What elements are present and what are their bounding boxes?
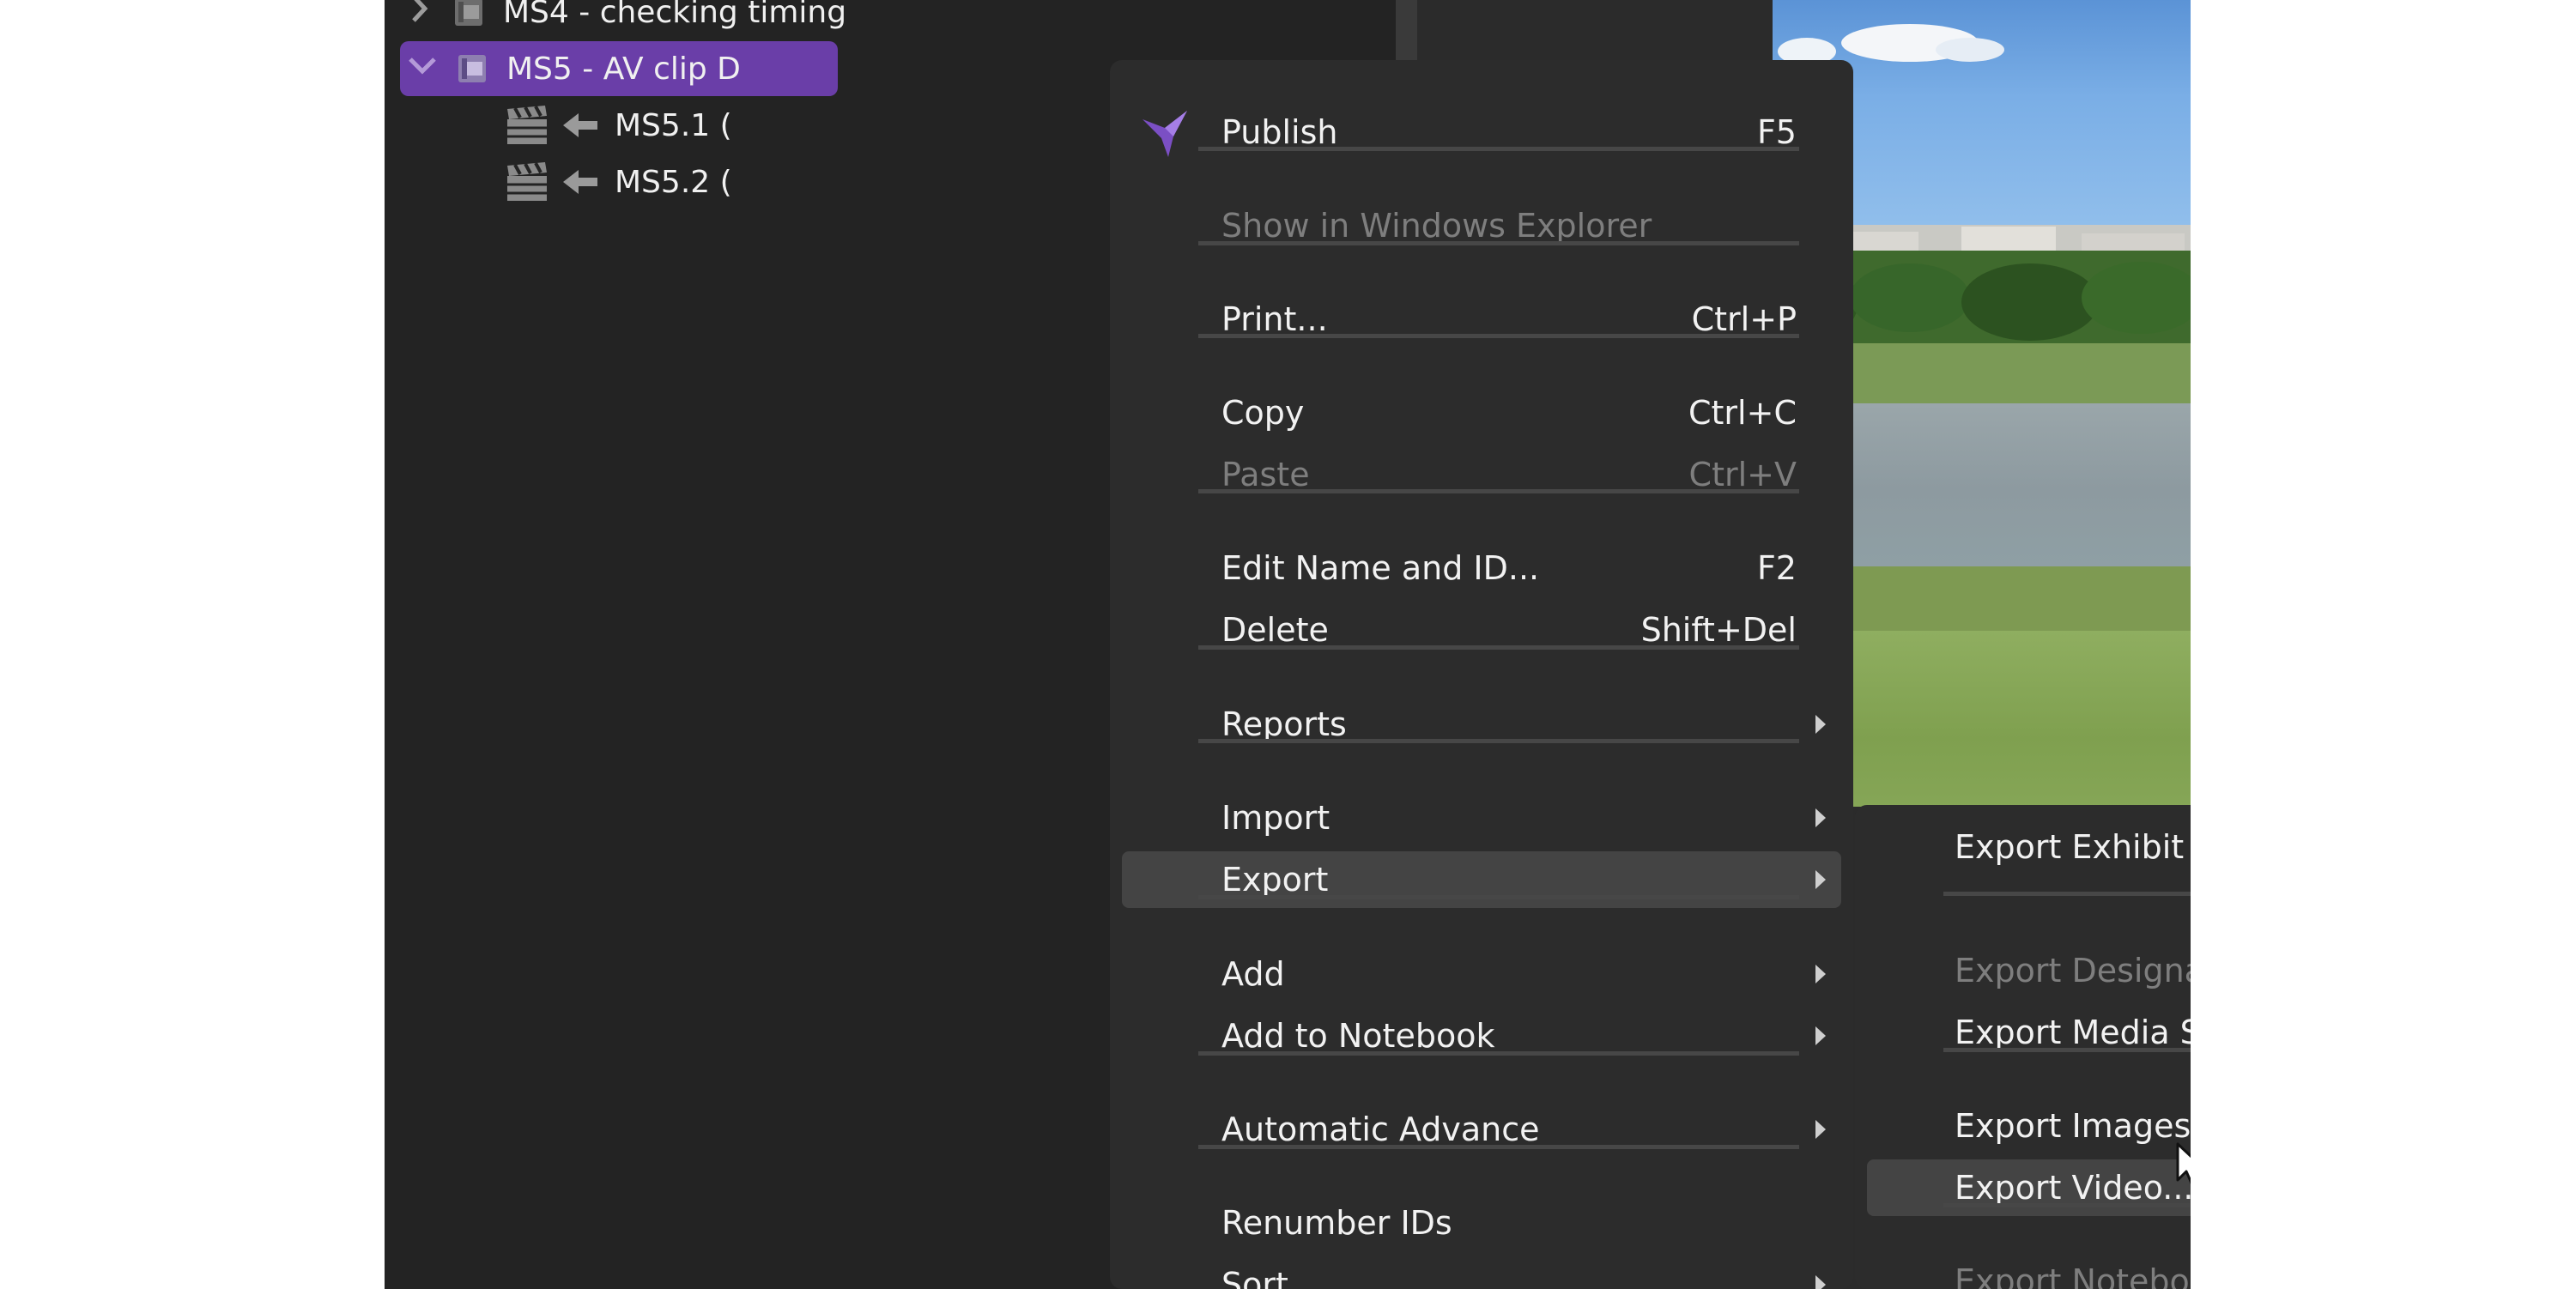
menu-item-label: Add to Notebook xyxy=(1221,1017,1495,1055)
menu-item-label: Delete xyxy=(1221,611,1329,649)
submenu-arrow-icon xyxy=(1815,1026,1826,1045)
menu-item-label: Paste xyxy=(1221,456,1310,493)
menu-item-label: Renumber IDs xyxy=(1221,1204,1452,1242)
menu-separator xyxy=(1198,489,1799,493)
clip-group-icon xyxy=(452,0,486,29)
menu-item-label: Export Designations to Text/XML... xyxy=(1955,952,2191,989)
clapperboard-icon xyxy=(505,160,549,203)
menu-item-copy[interactable]: Copy Ctrl+C xyxy=(1122,384,1841,441)
menu-item-shortcut: F5 xyxy=(1756,113,1797,151)
menu-item-label: Publish xyxy=(1221,113,1338,151)
menu-item-reports[interactable]: Reports xyxy=(1122,696,1841,753)
menu-item-label: Export Notebooks... xyxy=(1955,1262,2191,1289)
menu-separator xyxy=(1943,1203,2191,1207)
submenu-arrow-icon xyxy=(1815,870,1826,889)
menu-item-export-exhibit-list[interactable]: Export Exhibit List... xyxy=(1867,819,2191,875)
menu-item-shortcut: Ctrl+C xyxy=(1688,394,1797,432)
context-menu: Publish F5 Show in Windows Explorer Prin… xyxy=(1110,60,1853,1289)
menu-item-label: Export Images... xyxy=(1955,1107,2191,1145)
submenu-arrow-icon xyxy=(1815,715,1826,734)
submenu-arrow-icon xyxy=(1815,965,1826,983)
tree-item-label: MS5.1 ( xyxy=(615,107,732,143)
menu-separator xyxy=(1198,334,1799,338)
menu-item-export-designations[interactable]: Export Designations to Text/XML... xyxy=(1867,942,2191,999)
menu-item-label: Import xyxy=(1221,799,1330,837)
menu-separator xyxy=(1943,892,2191,896)
tree-item-ms5-1[interactable]: MS5.1 ( xyxy=(505,98,848,153)
menu-item-export-notebooks[interactable]: Export Notebooks... xyxy=(1867,1253,2191,1289)
menu-item-label: Export Media Scripts to Text/XML... xyxy=(1955,1014,2191,1051)
menu-separator xyxy=(1198,1051,1799,1056)
menu-item-label: Export xyxy=(1221,861,1329,899)
menu-item-label: Export Exhibit List... xyxy=(1955,828,2191,866)
menu-item-paste[interactable]: Paste Ctrl+V xyxy=(1122,446,1841,503)
publish-bird-icon xyxy=(1139,107,1192,160)
menu-item-shortcut: F2 xyxy=(1756,549,1797,587)
menu-item-renumber-ids[interactable]: Renumber IDs xyxy=(1122,1195,1841,1251)
menu-item-export[interactable]: Export xyxy=(1122,851,1841,908)
menu-item-shortcut: Shift+Del xyxy=(1640,611,1797,649)
menu-separator xyxy=(1198,645,1799,650)
chevron-down-icon[interactable] xyxy=(407,51,438,86)
tree-item-ms4[interactable]: MS4 - checking timing xyxy=(403,0,884,39)
submenu-arrow-icon xyxy=(1815,1120,1826,1139)
menu-item-shortcut: Ctrl+P xyxy=(1691,300,1797,338)
menu-item-delete[interactable]: Delete Shift+Del xyxy=(1122,602,1841,658)
mouse-pointer-icon xyxy=(2174,1142,2191,1190)
tree-scrollbar[interactable] xyxy=(1396,0,1417,69)
menu-separator xyxy=(1198,147,1799,151)
menu-separator xyxy=(1198,739,1799,743)
menu-item-import[interactable]: Import xyxy=(1122,790,1841,846)
menu-item-label: Copy xyxy=(1221,394,1305,432)
menu-item-publish[interactable]: Publish F5 xyxy=(1122,104,1841,160)
tree-item-label: MS4 - checking timing xyxy=(503,0,847,30)
submenu-arrow-icon xyxy=(1815,1275,1826,1289)
menu-item-export-media-scripts[interactable]: Export Media Scripts to Text/XML... xyxy=(1867,1004,2191,1061)
arrow-left-icon xyxy=(560,108,601,142)
chevron-right-icon[interactable] xyxy=(403,0,434,33)
clip-group-icon xyxy=(455,51,489,86)
menu-item-label: Sort xyxy=(1221,1266,1288,1289)
tree-item-label: MS5 - AV clip D xyxy=(506,51,741,87)
export-submenu: Export Exhibit List... Export Designatio… xyxy=(1855,805,2191,1289)
app-window: MS4 - checking timing MS5 - AV clip D MS… xyxy=(385,0,2191,1289)
tree-item-ms5[interactable]: MS5 - AV clip D xyxy=(400,41,838,96)
menu-separator xyxy=(1198,1145,1799,1149)
menu-item-label: Add xyxy=(1221,955,1285,993)
menu-item-label: Print... xyxy=(1221,300,1328,338)
arrow-left-icon xyxy=(560,165,601,199)
menu-item-label: Export Video... xyxy=(1955,1169,2191,1207)
menu-item-label: Reports xyxy=(1221,705,1347,743)
menu-separator xyxy=(1943,1048,2191,1052)
tree-item-label: MS5.2 ( xyxy=(615,164,732,200)
menu-item-show-in-explorer[interactable]: Show in Windows Explorer xyxy=(1122,197,1841,254)
menu-item-label: Show in Windows Explorer xyxy=(1221,207,1652,245)
menu-item-shortcut: Ctrl+V xyxy=(1688,456,1797,493)
clapperboard-icon xyxy=(505,104,549,147)
menu-item-print[interactable]: Print... Ctrl+P xyxy=(1122,291,1841,348)
submenu-arrow-icon xyxy=(1815,808,1826,827)
menu-item-sort[interactable]: Sort xyxy=(1122,1256,1841,1289)
menu-separator xyxy=(1198,241,1799,245)
menu-item-export-images[interactable]: Export Images... xyxy=(1867,1098,2191,1154)
menu-item-export-video[interactable]: Export Video... xyxy=(1867,1159,2191,1216)
menu-separator xyxy=(1198,895,1799,899)
menu-item-add[interactable]: Add xyxy=(1122,946,1841,1002)
menu-item-automatic-advance[interactable]: Automatic Advance xyxy=(1122,1101,1841,1158)
menu-item-label: Automatic Advance xyxy=(1221,1110,1540,1148)
menu-item-label: Edit Name and ID... xyxy=(1221,549,1540,587)
menu-item-edit-name-id[interactable]: Edit Name and ID... F2 xyxy=(1122,540,1841,596)
menu-item-add-to-notebook[interactable]: Add to Notebook xyxy=(1122,1008,1841,1064)
tree-item-ms5-2[interactable]: MS5.2 ( xyxy=(505,154,848,209)
